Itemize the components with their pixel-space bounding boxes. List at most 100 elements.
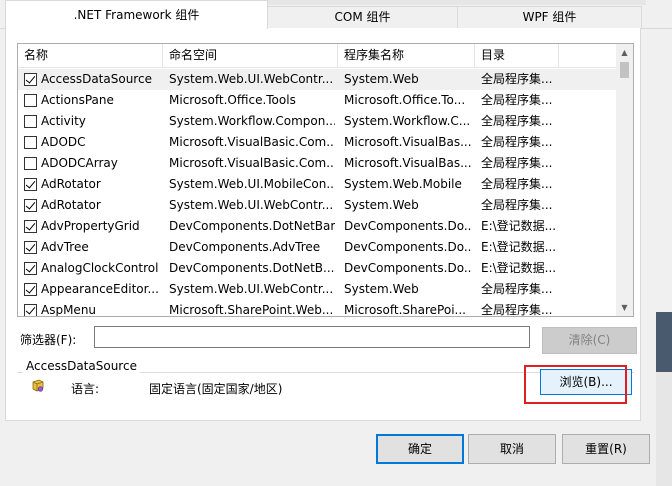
row-checkbox[interactable]	[24, 304, 37, 316]
cell-assembly: System.Web.Mobile	[344, 177, 462, 191]
cell-directory: 全局程序集...	[481, 303, 553, 317]
table-row[interactable]: ADODCArray Microsoft.VisualBasic.Com... Mi…	[18, 153, 616, 174]
cell-directory: 全局程序集...	[481, 72, 553, 86]
cell-namespace: System.Web.UI.MobileCon...	[169, 177, 335, 191]
list-header: 名称 命名空间 程序集名称 目录	[18, 44, 616, 68]
row-checkbox[interactable]	[24, 115, 37, 128]
cell-assembly: System.Web	[344, 198, 419, 212]
info-title: AccessDataSource	[23, 359, 140, 373]
cell-directory: 全局程序集...	[481, 93, 553, 107]
tab-wpf[interactable]: WPF 组件	[457, 6, 642, 28]
cell-namespace: Microsoft.Office.Tools	[169, 93, 296, 107]
cell-namespace: Microsoft.SharePoint.Web...	[169, 303, 334, 317]
table-row[interactable]: AppearanceEditor... System.Web.UI.WebCont…	[18, 279, 616, 300]
table-row[interactable]: AspMenu Microsoft.SharePoint.Web... Micros…	[18, 300, 616, 317]
cell-name: AppearanceEditor...	[41, 282, 159, 296]
cell-namespace: Microsoft.VisualBasic.Com...	[169, 135, 335, 149]
cell-name: AspMenu	[41, 303, 97, 317]
background-window-edge	[656, 312, 672, 372]
cell-assembly: Microsoft.VisualBas...	[344, 156, 472, 170]
cell-assembly: Microsoft.Office.To...	[344, 93, 466, 107]
cell-directory: 全局程序集...	[481, 198, 553, 212]
tab-strip: .NET Framework 组件 COM 组件 WPF 组件	[0, 0, 672, 29]
column-header-name[interactable]: 名称	[18, 44, 163, 68]
table-row[interactable]: Activity System.Workflow.Compon... System.…	[18, 111, 616, 132]
row-checkbox[interactable]	[24, 157, 37, 170]
row-checkbox[interactable]	[24, 94, 37, 107]
column-header-namespace[interactable]: 命名空间	[163, 44, 338, 68]
cell-name: AdRotator	[41, 177, 101, 191]
cell-directory: 全局程序集...	[481, 135, 553, 149]
row-checkbox[interactable]	[24, 199, 37, 212]
assembly-icon	[32, 379, 44, 392]
filter-input[interactable]	[94, 326, 530, 348]
row-checkbox[interactable]	[24, 220, 37, 233]
row-checkbox[interactable]	[24, 262, 37, 275]
filter-label: 筛选器(F):	[20, 333, 77, 347]
cell-assembly: DevComponents.Do...	[344, 219, 472, 233]
row-checkbox[interactable]	[24, 178, 37, 191]
cell-name: AdRotator	[41, 198, 101, 212]
language-label: 语言:	[71, 382, 100, 396]
tab-strip-background	[268, 0, 458, 5]
scroll-thumb[interactable]	[620, 62, 629, 78]
cell-directory: E:\登记数据...	[481, 240, 557, 254]
cell-namespace: System.Web.UI.WebContr...	[169, 72, 334, 86]
cell-name: ActionsPane	[41, 93, 114, 107]
cell-namespace: System.Workflow.Compon...	[169, 114, 335, 128]
cell-assembly: System.Web	[344, 72, 419, 86]
table-row[interactable]: AdRotator System.Web.UI.WebContr... System…	[18, 195, 616, 216]
cell-name: Activity	[41, 114, 86, 128]
cell-namespace: System.Web.UI.WebContr...	[169, 198, 334, 212]
table-row[interactable]: AnalogClockControl DevComponents.DotNetB.…	[18, 258, 616, 279]
table-row[interactable]: ADODC Microsoft.VisualBasic.Com... Microso…	[18, 132, 616, 153]
reset-button[interactable]: 重置(R)	[562, 434, 650, 464]
table-row[interactable]: AdvPropertyGrid DevComponents.DotNetBar De…	[18, 216, 616, 237]
column-header-directory[interactable]: 目录	[475, 44, 559, 68]
row-checkbox[interactable]	[24, 73, 37, 86]
cell-namespace: DevComponents.DotNetBar	[169, 219, 335, 233]
cell-directory: 全局程序集...	[481, 114, 553, 128]
cell-assembly: Microsoft.VisualBas...	[344, 135, 472, 149]
tab-net-framework[interactable]: .NET Framework 组件	[5, 0, 268, 29]
table-row[interactable]: ActionsPane Microsoft.Office.Tools Microso…	[18, 90, 616, 111]
table-row[interactable]: AdRotator System.Web.UI.MobileCon... Syste…	[18, 174, 616, 195]
cell-directory: E:\登记数据...	[481, 219, 557, 233]
cell-directory: E:\登记数据...	[481, 261, 557, 275]
cell-name: AdvPropertyGrid	[41, 219, 140, 233]
cell-assembly: System.Workflow.C...	[344, 114, 471, 128]
row-checkbox[interactable]	[24, 136, 37, 149]
scroll-down-icon[interactable]: ▼	[616, 299, 633, 316]
cell-directory: 全局程序集...	[481, 156, 553, 170]
row-checkbox[interactable]	[24, 283, 37, 296]
cancel-button[interactable]: 取消	[468, 434, 556, 464]
vertical-scrollbar[interactable]: ▲ ▼	[616, 44, 633, 316]
scroll-up-icon[interactable]: ▲	[616, 44, 633, 61]
cell-assembly: Microsoft.SharePoi...	[344, 303, 466, 317]
column-header-assembly[interactable]: 程序集名称	[338, 44, 475, 68]
table-row[interactable]: AccessDataSource System.Web.UI.WebContr..…	[18, 69, 616, 90]
cell-namespace: DevComponents.AdvTree	[169, 240, 321, 254]
clear-button[interactable]: 清除(C)	[542, 327, 637, 354]
cell-directory: 全局程序集...	[481, 282, 553, 296]
row-checkbox[interactable]	[24, 241, 37, 254]
language-value: 固定语言(固定国家/地区)	[149, 382, 283, 396]
cell-name: AdvTree	[41, 240, 89, 254]
cell-name: ADODC	[41, 135, 86, 149]
cell-directory: 全局程序集...	[481, 177, 553, 191]
cell-assembly: System.Web	[344, 282, 419, 296]
cell-name: AnalogClockControl	[41, 261, 159, 275]
cell-assembly: DevComponents.Do...	[344, 261, 472, 275]
cell-namespace: DevComponents.DotNetB...	[169, 261, 335, 275]
cell-name: AccessDataSource	[41, 72, 152, 86]
cell-namespace: System.Web.UI.WebContr...	[169, 282, 334, 296]
background-window-edge	[656, 372, 672, 486]
highlight-annotation	[524, 365, 627, 404]
tab-strip-background	[458, 0, 646, 5]
table-row[interactable]: AdvTree DevComponents.AdvTree DevComponent…	[18, 237, 616, 258]
component-list[interactable]: 名称 命名空间 程序集名称 目录 AccessDataSource System.…	[17, 43, 634, 317]
ok-button[interactable]: 确定	[376, 434, 464, 464]
tab-com[interactable]: COM 组件	[267, 6, 458, 28]
cell-name: ADODCArray	[41, 156, 118, 170]
cell-namespace: Microsoft.VisualBasic.Com...	[169, 156, 335, 170]
